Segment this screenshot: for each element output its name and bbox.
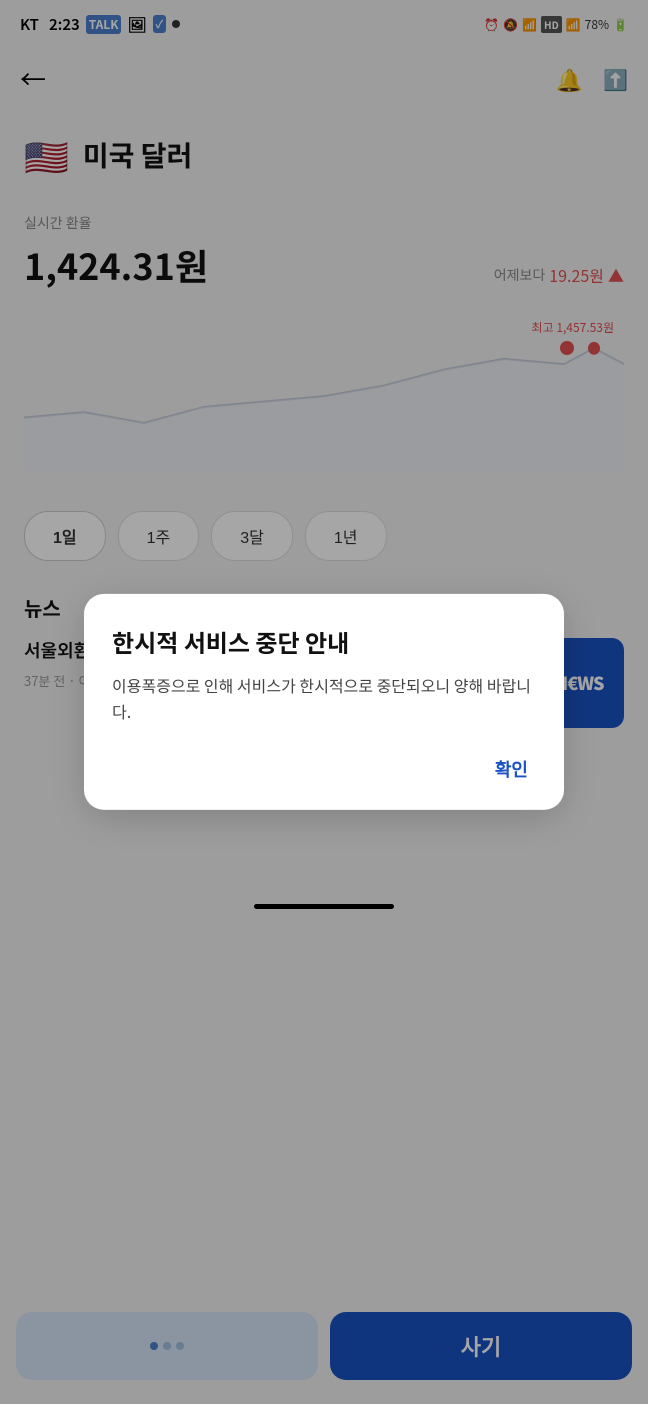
modal-footer: 확인 [112, 752, 536, 786]
modal-title: 한시적 서비스 중단 안내 [112, 626, 536, 657]
modal-dialog: 한시적 서비스 중단 안내 이용폭증으로 인해 서비스가 한시적으로 중단되오니… [84, 594, 564, 810]
modal-confirm-button[interactable]: 확인 [487, 752, 536, 786]
modal-body: 이용폭증으로 인해 서비스가 한시적으로 중단되오니 양해 바랍니다. [112, 673, 536, 724]
